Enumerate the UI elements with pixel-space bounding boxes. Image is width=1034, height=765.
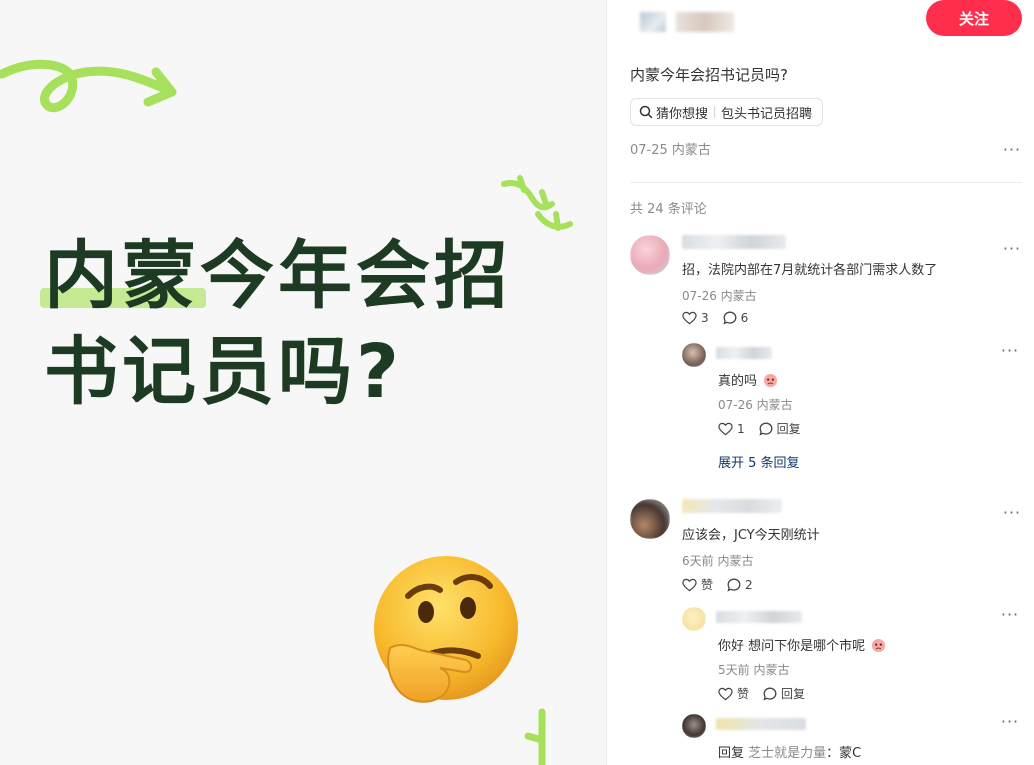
commenter-avatar[interactable]: [630, 499, 670, 539]
reply-text: 回复 芝士就是力量：蒙C: [718, 742, 861, 761]
comment-item: ··· 应该会，JCY今天刚统计 6天前 内蒙古 赞 2: [630, 499, 1022, 599]
reply-label: 回复: [776, 422, 801, 436]
comment-text: 招，法院内部在7月就统计各部门需求人数了: [682, 263, 938, 278]
comment-actions: 3 6: [682, 311, 762, 325]
chat-bubble-icon: [723, 311, 737, 325]
headline-highlight: 内蒙: [40, 228, 206, 324]
like-label: 赞: [737, 687, 750, 701]
like-button[interactable]: 1: [718, 422, 745, 436]
comment-text: 应该会，JCY今天刚统计: [682, 528, 820, 543]
reply-actions: 1 回复: [718, 420, 815, 437]
note-more-icon[interactable]: ···: [1002, 142, 1022, 160]
reply-meta: 5天前 内蒙古: [718, 663, 790, 677]
like-button[interactable]: 赞: [718, 685, 749, 702]
like-count: 3: [701, 311, 709, 325]
replier-avatar[interactable]: [682, 607, 706, 631]
commenter-avatar[interactable]: [630, 235, 670, 275]
replier-avatar[interactable]: [682, 343, 706, 367]
search-chip-query: 包头书记员招聘: [721, 106, 813, 122]
grass-icon: [524, 708, 546, 765]
reply-button[interactable]: 6: [723, 311, 749, 325]
commenter-name[interactable]: [682, 499, 782, 513]
comment-more-icon[interactable]: ···: [1002, 241, 1022, 259]
replier-name[interactable]: [716, 347, 772, 359]
search-icon: [639, 105, 653, 119]
note-detail-page: 内蒙今年会招 书记员吗? 关注 内蒙今年会招书记员吗? 猜你想搜 包头书记员招聘…: [0, 0, 1034, 765]
replier-name[interactable]: [716, 718, 806, 730]
comment-item: ··· 招，法院内部在7月就统计各部门需求人数了 07-26 内蒙古 3 6: [630, 235, 1022, 335]
author-avatar[interactable]: [640, 12, 666, 32]
reply-count: 6: [740, 311, 749, 325]
replier-avatar[interactable]: [682, 714, 706, 738]
reply-button[interactable]: 2: [727, 578, 753, 592]
reply-button[interactable]: 回复: [763, 685, 805, 702]
replier-name[interactable]: [716, 611, 802, 623]
note-date-location: 07-25 内蒙古: [630, 143, 711, 158]
like-button[interactable]: 3: [682, 311, 709, 325]
note-headline: 内蒙今年会招 书记员吗?: [40, 228, 584, 420]
author-name[interactable]: [676, 12, 734, 32]
arrow-scribble-icon: [0, 59, 177, 113]
comment-meta: 07-26 内蒙古: [682, 289, 757, 303]
headline-line1-rest: 今年会招: [200, 233, 512, 319]
reply-more-icon[interactable]: ···: [1000, 714, 1020, 732]
reply-actions: 赞 回复: [718, 685, 819, 702]
like-label: 赞: [701, 578, 714, 592]
heart-icon: [718, 422, 733, 435]
heart-icon: [718, 687, 733, 700]
reply-more-icon[interactable]: ···: [1000, 607, 1020, 625]
chat-bubble-icon: [727, 578, 741, 592]
chat-bubble-icon: [759, 422, 773, 436]
reply-item: ··· 你好 想问下你是哪个市呢 5天前 内蒙古 赞 回复: [682, 607, 1022, 707]
reply-meta: 07-26 内蒙古: [718, 398, 793, 412]
search-chip-divider: [714, 106, 716, 118]
crying-face-icon: [872, 638, 886, 653]
heart-icon: [682, 311, 697, 325]
reply-prefix: 回复: [718, 746, 745, 761]
divider: [630, 182, 1022, 183]
follow-button[interactable]: 关注: [926, 0, 1022, 36]
reply-label: 回复: [781, 687, 806, 701]
note-detail-panel: 关注 内蒙今年会招书记员吗? 猜你想搜 包头书记员招聘 07-25 内蒙古 ··…: [608, 0, 1034, 765]
like-button[interactable]: 赞: [682, 576, 713, 593]
search-chip-prefix: 猜你想搜: [656, 106, 709, 122]
reply-button[interactable]: 回复: [759, 420, 801, 437]
note-title: 内蒙今年会招书记员吗?: [630, 66, 788, 84]
reply-text-content: 真的吗: [718, 374, 758, 389]
chat-bubble-icon: [763, 687, 777, 701]
reply-more-icon[interactable]: ···: [1000, 343, 1020, 361]
like-count: 1: [737, 421, 745, 436]
reply-count: 2: [745, 577, 753, 592]
comment-actions: 赞 2: [682, 576, 767, 593]
note-image[interactable]: 内蒙今年会招 书记员吗?: [0, 0, 607, 765]
reply-text: 你好 想问下你是哪个市呢: [718, 635, 886, 654]
comment-meta: 6天前 内蒙古: [682, 554, 754, 568]
headline-line2: 书记员吗?: [44, 329, 403, 415]
expand-replies-link[interactable]: 展开 5 条回复: [718, 452, 800, 471]
reply-text-content: 你好 想问下你是哪个市呢: [718, 639, 866, 654]
reply-text-content: ：蒙C: [826, 746, 862, 761]
reply-text: 真的吗: [718, 370, 778, 389]
heart-icon: [682, 578, 697, 591]
reply-target-name[interactable]: 芝士就是力量: [748, 746, 826, 761]
comment-more-icon[interactable]: ···: [1002, 505, 1022, 523]
suggested-search-chip[interactable]: 猜你想搜 包头书记员招聘: [630, 98, 824, 126]
reply-item: ··· 回复 芝士就是力量：蒙C: [682, 714, 1022, 764]
comment-count: 共 24 条评论: [630, 202, 707, 217]
thinking-face-icon: [374, 556, 518, 703]
commenter-name[interactable]: [682, 235, 786, 249]
crying-face-icon: [764, 373, 778, 388]
reply-item: ··· 真的吗 07-26 内蒙古 1 回复: [682, 343, 1022, 443]
